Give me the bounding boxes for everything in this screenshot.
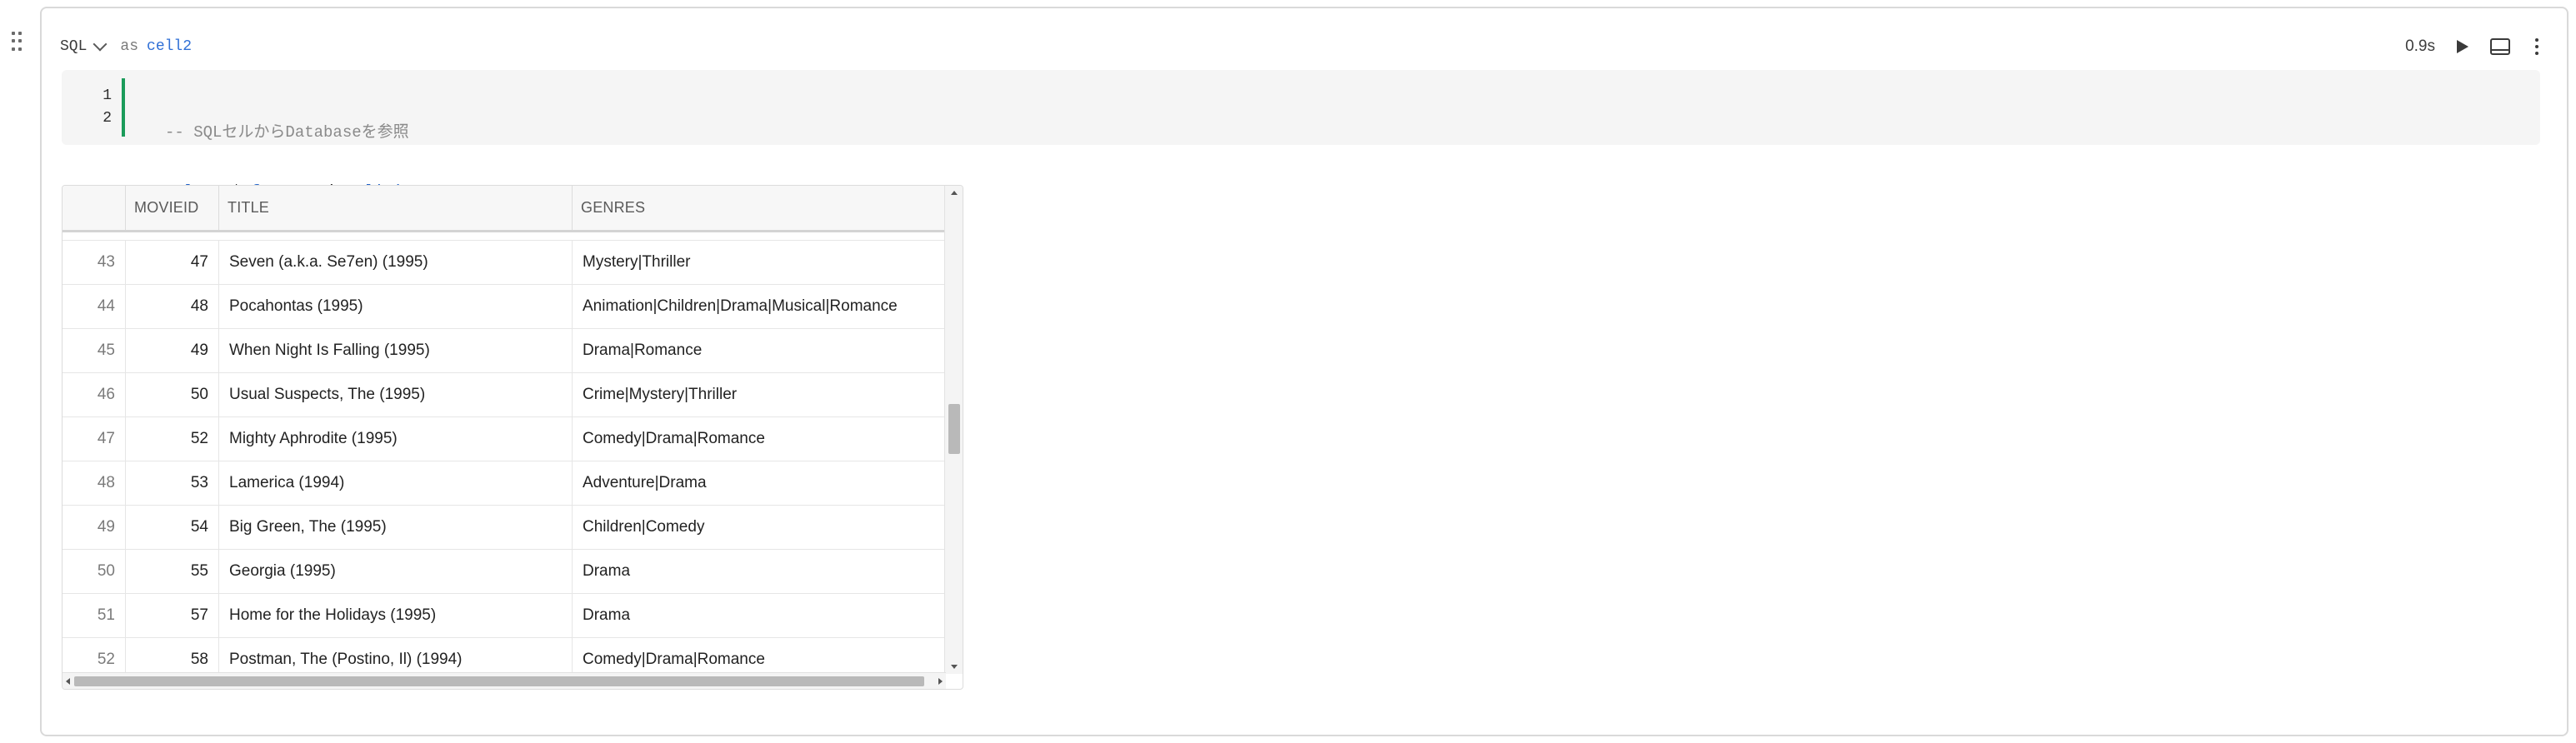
scroll-up-icon[interactable]	[951, 191, 958, 195]
row-number: 47	[63, 417, 126, 461]
row-number: 46	[63, 373, 126, 416]
line-number: 2	[103, 110, 112, 127]
table-row[interactable]: 45 49 When Night Is Falling (1995) Drama|Ro…	[63, 329, 946, 373]
elapsed-time: 0.9s	[2405, 37, 2435, 55]
table-row[interactable]: 51 57 Home for the Holidays (1995) Drama	[63, 594, 946, 638]
table-row[interactable]: 46 50 Usual Suspects, The (1995) Crime|Myst…	[63, 373, 946, 417]
cell-genres[interactable]: Mystery|Thriller	[573, 241, 946, 284]
table-row[interactable]: 48 53 Lamerica (1994) Adventure|Drama	[63, 461, 946, 506]
cell-title[interactable]: When Night Is Falling (1995)	[219, 329, 573, 372]
cell-genres[interactable]: Crime|Mystery|Thriller	[573, 373, 946, 416]
more-vertical-icon[interactable]	[2532, 38, 2542, 55]
code-editor[interactable]: 1 2 -- SQLセルからDatabaseを参照 select * from …	[62, 70, 2540, 201]
cell-title[interactable]: Usual Suspects, The (1995)	[219, 373, 573, 416]
language-label: SQL	[60, 38, 88, 55]
cell-movieid[interactable]: 55	[126, 550, 219, 593]
header-genres[interactable]: GENRES	[573, 186, 946, 230]
cell-genres[interactable]: Children|Comedy	[573, 506, 946, 549]
sql-comment: -- SQLセルからDatabaseを参照	[165, 123, 409, 142]
cell-title[interactable]: Pocahontas (1995)	[219, 285, 573, 328]
row-number: 45	[63, 329, 126, 372]
cell-movieid[interactable]: 50	[126, 373, 219, 416]
cell-movieid[interactable]: 48	[126, 285, 219, 328]
table-row[interactable]: 47 52 Mighty Aphrodite (1995) Comedy|Drama|…	[63, 417, 946, 461]
cell-title[interactable]: Big Green, The (1995)	[219, 506, 573, 549]
header-rownum	[63, 186, 126, 230]
horizontal-scroll-thumb[interactable]	[74, 676, 924, 686]
row-number: 44	[63, 285, 126, 328]
cell-movieid[interactable]: 53	[126, 461, 219, 505]
header-movieid[interactable]: MOVIEID	[126, 186, 219, 230]
line-numbers: 1 2	[62, 85, 112, 130]
header-title[interactable]: TITLE	[219, 186, 573, 230]
cell-genres[interactable]: Drama	[573, 550, 946, 593]
language-selector[interactable]: SQL	[60, 37, 108, 55]
cell-movieid[interactable]: 47	[126, 241, 219, 284]
partial-row	[63, 232, 946, 241]
cell-header: SQL as cell2	[60, 33, 192, 60]
vertical-scroll-thumb[interactable]	[948, 404, 960, 454]
row-number: 51	[63, 594, 126, 637]
table-row[interactable]: 50 55 Georgia (1995) Drama	[63, 550, 946, 594]
line-number: 1	[103, 87, 112, 104]
cell-movieid[interactable]: 49	[126, 329, 219, 372]
cell-movieid[interactable]: 54	[126, 506, 219, 549]
scroll-right-icon[interactable]	[938, 678, 943, 685]
vertical-scrollbar[interactable]	[944, 186, 963, 674]
table-row[interactable]: 43 47 Seven (a.k.a. Se7en) (1995) Mystery|T…	[63, 241, 946, 285]
cell-title[interactable]: Lamerica (1994)	[219, 461, 573, 505]
cell-movieid[interactable]: 57	[126, 594, 219, 637]
cell-genres[interactable]: Drama	[573, 594, 946, 637]
cell-genres[interactable]: Adventure|Drama	[573, 461, 946, 505]
cell-title[interactable]: Seven (a.k.a. Se7en) (1995)	[219, 241, 573, 284]
cell-title[interactable]: Georgia (1995)	[219, 550, 573, 593]
horizontal-scrollbar[interactable]	[63, 672, 946, 689]
cell-genres[interactable]: Drama|Romance	[573, 329, 946, 372]
grid-body: 43 47 Seven (a.k.a. Se7en) (1995) Mystery|T…	[63, 232, 946, 682]
play-icon[interactable]	[2457, 40, 2468, 53]
row-number: 48	[63, 461, 126, 505]
row-number: 50	[63, 550, 126, 593]
cell-name[interactable]: cell2	[147, 38, 192, 55]
layout-toggle-icon[interactable]	[2490, 38, 2510, 55]
scroll-left-icon[interactable]	[66, 678, 70, 685]
cell-genres[interactable]: Comedy|Drama|Romance	[573, 417, 946, 461]
table-row[interactable]: 49 54 Big Green, The (1995) Children|Comedy	[63, 506, 946, 550]
cell-title[interactable]: Home for the Holidays (1995)	[219, 594, 573, 637]
scroll-down-icon[interactable]	[951, 665, 958, 669]
drag-handle-icon[interactable]	[12, 32, 28, 52]
table-row[interactable]: 44 48 Pocahontas (1995) Animation|Children|…	[63, 285, 946, 329]
as-label: as	[120, 38, 139, 55]
cell-toolbar: 0.9s	[2405, 33, 2542, 60]
cell-genres[interactable]: Animation|Children|Drama|Musical|Romance	[573, 285, 946, 328]
sql-cell: SQL as cell2 0.9s 1 2 -- SQLセルからDatabase…	[40, 7, 2568, 736]
row-number: 49	[63, 506, 126, 549]
cell-movieid[interactable]: 52	[126, 417, 219, 461]
row-number: 43	[63, 241, 126, 284]
code-line-1: -- SQLセルからDatabaseを参照	[165, 122, 460, 144]
results-grid: MOVIEID TITLE GENRES 43 47 Seven (a.k.a. S…	[62, 185, 963, 690]
grid-header: MOVIEID TITLE GENRES	[63, 186, 946, 232]
chevron-down-icon	[93, 37, 108, 52]
cell-title[interactable]: Mighty Aphrodite (1995)	[219, 417, 573, 461]
active-line-indicator	[122, 78, 125, 137]
